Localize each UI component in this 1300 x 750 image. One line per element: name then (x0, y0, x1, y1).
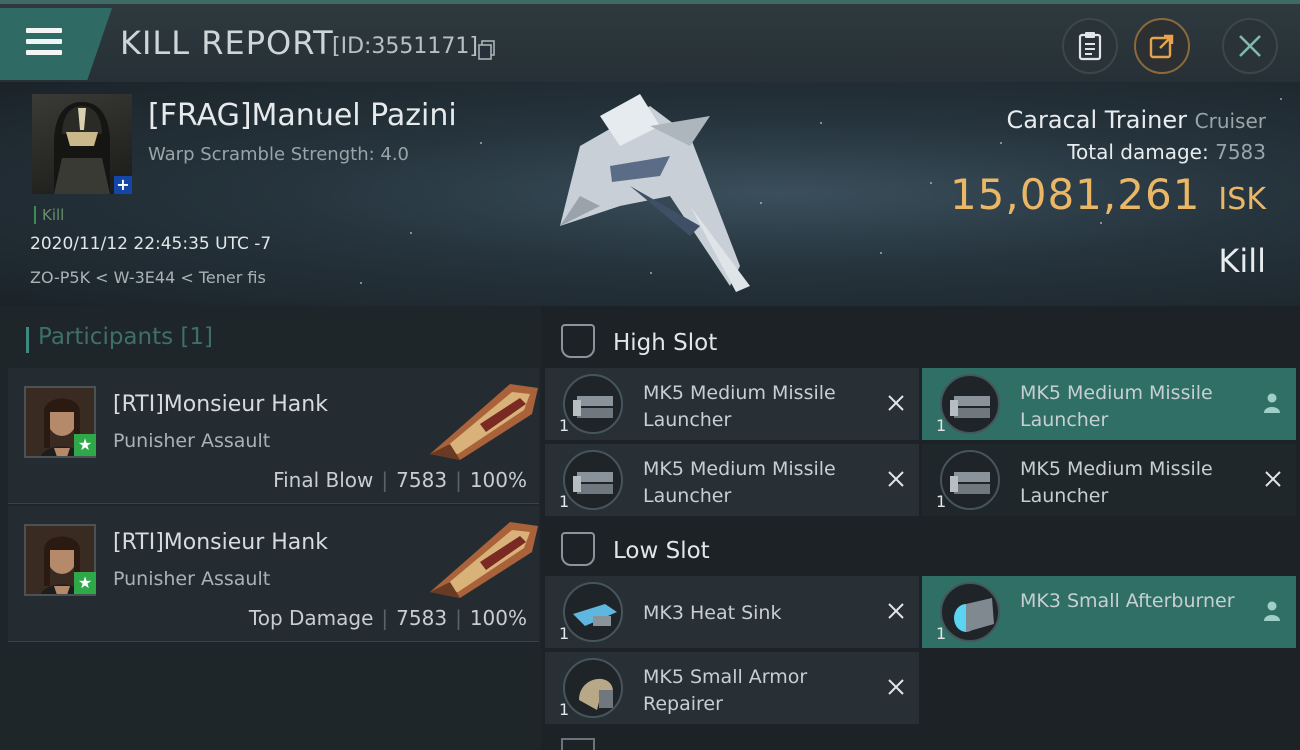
participant-damage: 7583 (396, 468, 448, 492)
module-item[interactable]: 1 MK5 Medium Missile Launcher (545, 444, 919, 516)
module-quantity: 1 (936, 492, 947, 511)
module-item[interactable]: 1 MK5 Medium Missile Launcher (545, 368, 919, 440)
warp-scramble-strength: Warp Scramble Strength: 4.0 (148, 144, 410, 165)
armor-repairer-icon (563, 658, 623, 718)
participant-damage: 7583 (396, 606, 448, 630)
participant-stats: Final Blow | 7583 | 100% (273, 468, 527, 492)
participants-header: Participants [1] (26, 324, 213, 353)
high-slot-label: High Slot (613, 330, 718, 356)
destroyed-icon (888, 471, 904, 487)
module-name: MK3 Small Afterburner (1020, 590, 1235, 612)
menu-button[interactable] (0, 8, 112, 80)
high-slot-header: High Slot (541, 310, 1300, 372)
module-quantity: 1 (936, 624, 947, 643)
menu-icon (26, 28, 62, 56)
afterburner-icon (940, 582, 1000, 642)
destroyed-icon (888, 395, 904, 411)
result-label: Kill (1218, 242, 1266, 280)
missile-launcher-icon (563, 374, 623, 434)
participant-ship: Punisher Assault (113, 568, 271, 590)
module-item[interactable]: 1 MK3 Small Afterburner (922, 576, 1296, 648)
ship-class-label: Cruiser (1194, 109, 1266, 133)
report-id: [ID:3551171] (332, 34, 478, 59)
person-icon (1264, 601, 1280, 621)
share-button[interactable] (1134, 18, 1190, 74)
module-name: MK5 Small Armor Repairer (643, 666, 808, 715)
add-contact-badge[interactable]: + (114, 176, 132, 194)
participant-stats: Top Damage | 7583 | 100% (248, 606, 527, 630)
person-icon (1264, 393, 1280, 413)
module-name: MK3 Heat Sink (643, 602, 782, 624)
module-name: MK5 Medium Missile Launcher (643, 382, 836, 431)
high-slot-icon (561, 324, 595, 358)
destroyed-icon (888, 603, 904, 619)
participant-row[interactable]: ★ [RTI]Monsieur Hank Punisher Assault To… (8, 506, 539, 642)
next-slot-icon (561, 738, 595, 750)
victim-panel: + [FRAG]Manuel Pazini Warp Scramble Stre… (0, 82, 1300, 306)
low-slot-header: Low Slot (541, 518, 1300, 580)
module-item[interactable]: 1 MK5 Medium Missile Launcher (922, 444, 1296, 516)
close-button[interactable] (1222, 18, 1278, 74)
star-badge: ★ (74, 572, 96, 594)
close-icon (1239, 35, 1261, 57)
copy-icon[interactable] (478, 40, 496, 60)
victim-ship-name[interactable]: Caracal Trainer Cruiser (1007, 106, 1266, 134)
module-name: MK5 Medium Missile Launcher (1020, 458, 1213, 507)
isk-value: 15,081,261 ISK (950, 170, 1266, 219)
missile-launcher-icon (940, 450, 1000, 510)
victim-name[interactable]: [FRAG]Manuel Pazini (148, 98, 457, 133)
module-quantity: 1 (559, 416, 570, 435)
participant-ship-icon (430, 522, 538, 598)
kill-timestamp: 2020/11/12 22:45:35 UTC -7 (30, 234, 272, 254)
clipboard-button[interactable] (1062, 18, 1118, 74)
isk-unit: ISK (1218, 182, 1266, 217)
victim-ship-render (560, 94, 750, 292)
fitting-panel: High Slot 1 MK5 Medium Missile Launcher … (541, 306, 1300, 750)
destroyed-icon (1265, 471, 1281, 487)
isk-amount: 15,081,261 (949, 170, 1201, 219)
module-quantity: 1 (936, 416, 947, 435)
page-title: KILL REPORT (120, 24, 334, 62)
participant-name[interactable]: [RTI]Monsieur Hank (113, 530, 328, 555)
missile-launcher-icon (563, 450, 623, 510)
clipboard-icon (1078, 32, 1102, 61)
share-icon (1149, 34, 1174, 59)
participant-name[interactable]: [RTI]Monsieur Hank (113, 392, 328, 417)
participant-role: Top Damage (248, 606, 374, 630)
participant-row[interactable]: ★ [RTI]Monsieur Hank Punisher Assault Fi… (8, 368, 539, 504)
low-slot-icon (561, 532, 595, 566)
destroyed-icon (888, 679, 904, 695)
module-item[interactable]: 1 MK5 Medium Missile Launcher (922, 368, 1296, 440)
heat-sink-icon (563, 582, 623, 642)
participants-panel: Participants [1] ★ [RTI]Monsieur Hank Pu… (0, 306, 541, 750)
participant-role: Final Blow (273, 468, 374, 492)
kill-tag: Kill (34, 206, 64, 224)
module-item[interactable]: 1 MK5 Small Armor Repairer (545, 652, 919, 724)
low-slot-label: Low Slot (613, 538, 710, 564)
module-quantity: 1 (559, 624, 570, 643)
total-damage: Total damage: 7583 (1067, 140, 1266, 164)
missile-launcher-icon (940, 374, 1000, 434)
module-name: MK5 Medium Missile Launcher (1020, 382, 1213, 431)
participant-ship: Punisher Assault (113, 430, 271, 452)
participant-percent: 100% (469, 606, 527, 630)
star-badge: ★ (74, 434, 96, 456)
kill-location[interactable]: ZO-P5K < W-3E44 < Tener fis (30, 268, 266, 287)
kill-report-header: KILL REPORT [ID:3551171] (0, 0, 1300, 82)
module-name: MK5 Medium Missile Launcher (643, 458, 836, 507)
total-damage-label: Total damage: (1067, 140, 1209, 164)
module-quantity: 1 (559, 492, 570, 511)
participant-percent: 100% (469, 468, 527, 492)
participant-ship-icon (430, 384, 538, 460)
module-quantity: 1 (559, 700, 570, 719)
total-damage-value: 7583 (1215, 140, 1266, 164)
module-item[interactable]: 1 MK3 Heat Sink (545, 576, 919, 648)
ship-name-label: Caracal Trainer (1006, 106, 1187, 134)
